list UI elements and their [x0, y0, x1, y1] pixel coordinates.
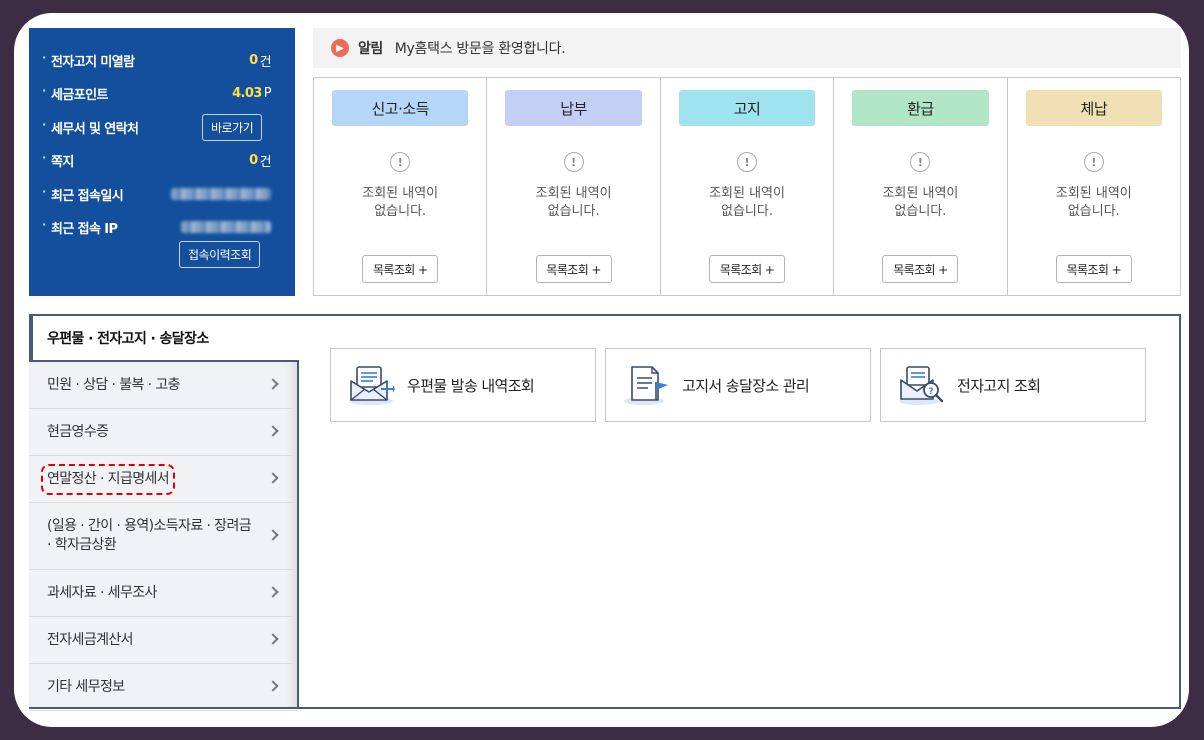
chevron-right-icon [267, 529, 279, 541]
unread-notice-row[interactable]: 전자고지 미열람 0 건 [42, 49, 272, 71]
tax-office-shortcut-button[interactable]: 바로가기 [202, 114, 263, 141]
mail-list-icon [349, 366, 395, 405]
menu-item-label: 전자세금계산서 [47, 631, 134, 648]
menu-item-label: 연말정산 · 지급명세서 [40, 463, 176, 495]
menu-item-cash-receipt[interactable]: 현금영수증 [29, 409, 297, 456]
tax-points-label: 세금포인트 [51, 87, 108, 103]
chevron-right-icon [267, 633, 279, 645]
menu-item-label: 민원 · 상담 · 불복 · 고충 [47, 376, 181, 393]
summary-cards: 신고·소득 ! 조회된 내역이 없습니다. 목록조회 + 납부 ! 조회된 내역이… [313, 77, 1181, 296]
menu-item-label: 기타 세무정보 [47, 678, 125, 695]
card-title[interactable]: 체납 [1025, 90, 1163, 126]
card-filing-income: 신고·소득 ! 조회된 내역이 없습니다. 목록조회 + [314, 78, 488, 295]
notice-message: My홈택스 방문을 환영합니다. [394, 41, 566, 57]
menu-item-civil-complaint[interactable]: 민원 · 상담 · 불복 · 고충 [29, 362, 297, 409]
document-flag-icon [624, 366, 668, 405]
unread-notice-count[interactable]: 0 [249, 53, 258, 68]
mail-search-icon: ? [899, 366, 944, 405]
menu-item-label: 과세자료 · 세무조사 [47, 584, 157, 601]
card-arrears: 체납 ! 조회된 내역이 없습니다. 목록조회 + [1008, 78, 1180, 295]
section-tab-title[interactable]: 우편물 · 전자고지 · 송달장소 [29, 316, 299, 360]
card-title[interactable]: 고지 [678, 90, 816, 126]
user-info-panel: 전자고지 미열람 0 건 세금포인트 4.03 P 세무서 및 연락처 바로가기… [29, 28, 295, 296]
card-title[interactable]: 신고·소득 [332, 90, 469, 126]
tax-points-unit: P [263, 85, 272, 101]
access-history-button[interactable]: 접속이력조회 [179, 241, 261, 268]
menu-item-other-tax-info[interactable]: 기타 세무정보 [29, 664, 297, 711]
card-payment: 납부 ! 조회된 내역이 없습니다. 목록조회 + [487, 78, 661, 295]
exclamation-icon: ! [737, 152, 758, 172]
notice-bar: ▶ 알림 My홈택스 방문을 환영합니다. [313, 28, 1181, 68]
menu-item-label: 현금영수증 [47, 423, 109, 440]
mail-history-button[interactable]: 우편물 발송 내역조회 [330, 348, 596, 422]
exclamation-icon: ! [1083, 152, 1104, 172]
svg-text:?: ? [928, 387, 933, 397]
card-title[interactable]: 환급 [852, 90, 989, 126]
unread-notice-label: 전자고지 미열람 [51, 54, 135, 70]
memo-label: 쪽지 [51, 154, 74, 170]
card-title[interactable]: 납부 [505, 90, 642, 126]
megaphone-icon: ▶ [331, 39, 349, 57]
chevron-right-icon [267, 680, 279, 692]
list-view-button[interactable]: 목록조회 + [1055, 255, 1132, 283]
list-view-button[interactable]: 목록조회 + [535, 255, 612, 283]
feature-label: 고지서 송달장소 관리 [682, 376, 810, 395]
menu-item-label: (일용 · 간이 · 용역)소득자료 · 장려금 · 학자금상환 [47, 518, 252, 553]
list-view-button[interactable]: 목록조회 + [362, 255, 439, 283]
menu-item-tax-audit[interactable]: 과세자료 · 세무조사 [29, 570, 297, 617]
empty-message: 조회된 내역이 없습니다. [362, 186, 439, 219]
e-notice-view-button[interactable]: ? 전자고지 조회 [880, 348, 1146, 422]
exclamation-icon: ! [390, 152, 411, 172]
last-login-label: 최근 접속일시 [51, 188, 124, 204]
memo-unit: 건 [259, 154, 272, 170]
feature-label: 전자고지 조회 [957, 376, 1041, 395]
tax-points-value[interactable]: 4.03 [232, 86, 262, 101]
empty-message: 조회된 내역이 없습니다. [535, 186, 612, 219]
card-notice: 고지 ! 조회된 내역이 없습니다. 목록조회 + [661, 78, 835, 295]
tax-points-row[interactable]: 세금포인트 4.03 P [42, 82, 272, 104]
last-ip-value-blurred [181, 221, 271, 233]
empty-message: 조회된 내역이 없습니다. [882, 186, 959, 219]
chevron-right-icon [267, 472, 279, 484]
service-section: 우편물 · 전자고지 · 송달장소 민원 · 상담 · 불복 · 고충 현금영수… [29, 314, 1181, 711]
delivery-place-button[interactable]: 고지서 송달장소 관리 [605, 348, 871, 422]
chevron-right-icon [267, 425, 279, 437]
last-ip-label: 최근 접속 IP [51, 221, 118, 237]
feature-label: 우편물 발송 내역조회 [407, 376, 535, 395]
last-login-value-blurred [171, 188, 271, 200]
list-view-button[interactable]: 목록조회 + [709, 255, 786, 283]
menu-item-year-end-settlement[interactable]: 연말정산 · 지급명세서 [29, 456, 297, 503]
memo-row[interactable]: 쪽지 0 건 [42, 149, 272, 171]
menu-item-e-tax-invoice[interactable]: 전자세금계산서 [29, 617, 297, 664]
side-menu: 민원 · 상담 · 불복 · 고충 현금영수증 연말정산 · 지급명세서 (일용… [29, 360, 299, 711]
chevron-right-icon [267, 586, 279, 598]
list-view-button[interactable]: 목록조회 + [882, 255, 959, 283]
card-refund: 환급 ! 조회된 내역이 없습니다. 목록조회 + [834, 78, 1008, 295]
notice-label: 알림 [358, 41, 383, 57]
chevron-right-icon [267, 378, 279, 390]
menu-item-income-data[interactable]: (일용 · 간이 · 용역)소득자료 · 장려금 · 학자금상환 [29, 503, 297, 570]
exclamation-icon: ! [563, 152, 584, 172]
empty-message: 조회된 내역이 없습니다. [1055, 186, 1132, 219]
last-login-row: 최근 접속일시 [42, 183, 271, 205]
memo-count[interactable]: 0 [249, 153, 258, 168]
unread-notice-unit: 건 [259, 54, 272, 70]
last-ip-row: 최근 접속 IP [42, 216, 271, 238]
empty-message: 조회된 내역이 없습니다. [709, 186, 785, 219]
exclamation-icon: ! [910, 152, 931, 172]
window-frame: 전자고지 미열람 0 건 세금포인트 4.03 P 세무서 및 연락처 바로가기… [14, 13, 1189, 727]
